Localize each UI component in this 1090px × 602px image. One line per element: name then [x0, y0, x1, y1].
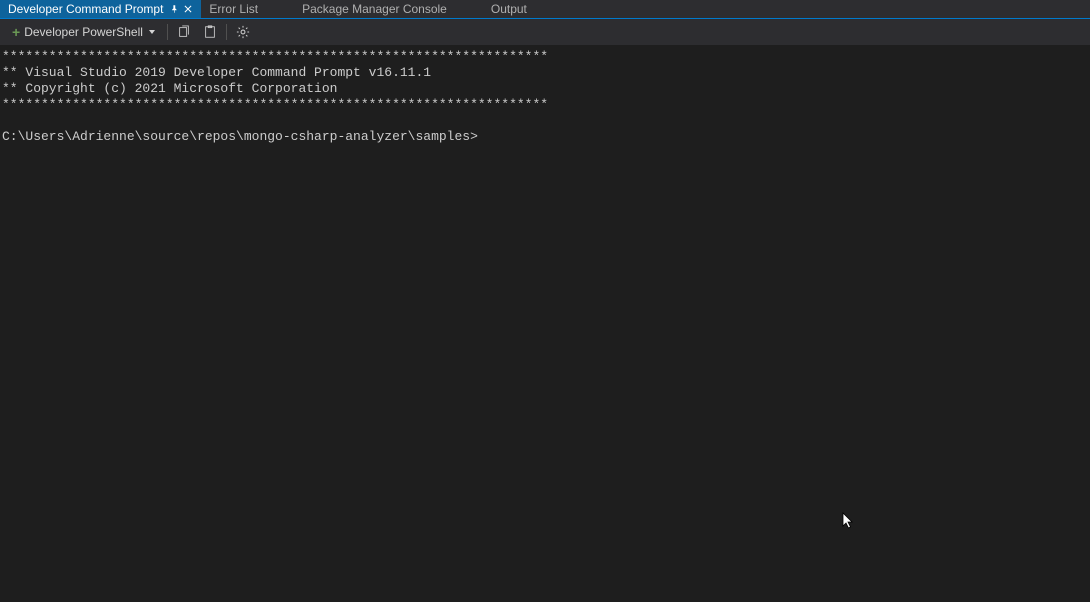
tab-label: Package Manager Console [302, 2, 447, 16]
tab-label: Output [491, 2, 527, 16]
panel-tab-bar: Developer Command Prompt Error List Pack… [0, 0, 1090, 19]
tab-label: Error List [209, 2, 258, 16]
tab-developer-command-prompt[interactable]: Developer Command Prompt [0, 0, 201, 18]
chevron-down-icon [149, 30, 155, 34]
terminal-line: ****************************************… [2, 97, 548, 112]
terminal-line: ****************************************… [2, 49, 548, 64]
pin-icon[interactable] [169, 4, 179, 14]
terminal-prompt: C:\Users\Adrienne\source\repos\mongo-csh… [2, 129, 478, 144]
separator [167, 24, 168, 40]
tab-output[interactable]: Output [483, 0, 535, 18]
terminal-toolbar: + Developer PowerShell [0, 19, 1090, 45]
terminal-line: ** Visual Studio 2019 Developer Command … [2, 65, 431, 80]
tab-package-manager-console[interactable]: Package Manager Console [294, 0, 455, 18]
tab-error-list[interactable]: Error List [201, 0, 266, 18]
tab-label: Developer Command Prompt [8, 2, 163, 16]
paste-icon[interactable] [200, 22, 220, 42]
plus-icon: + [12, 25, 20, 39]
terminal-line: ** Copyright (c) 2021 Microsoft Corporat… [2, 81, 337, 96]
terminal-output[interactable]: ****************************************… [0, 45, 1090, 602]
new-terminal-button[interactable]: + Developer PowerShell [6, 23, 161, 41]
separator [226, 24, 227, 40]
copy-icon[interactable] [174, 22, 194, 42]
new-terminal-label: Developer PowerShell [24, 25, 143, 39]
gear-icon[interactable] [233, 22, 253, 42]
close-icon[interactable] [183, 4, 193, 14]
